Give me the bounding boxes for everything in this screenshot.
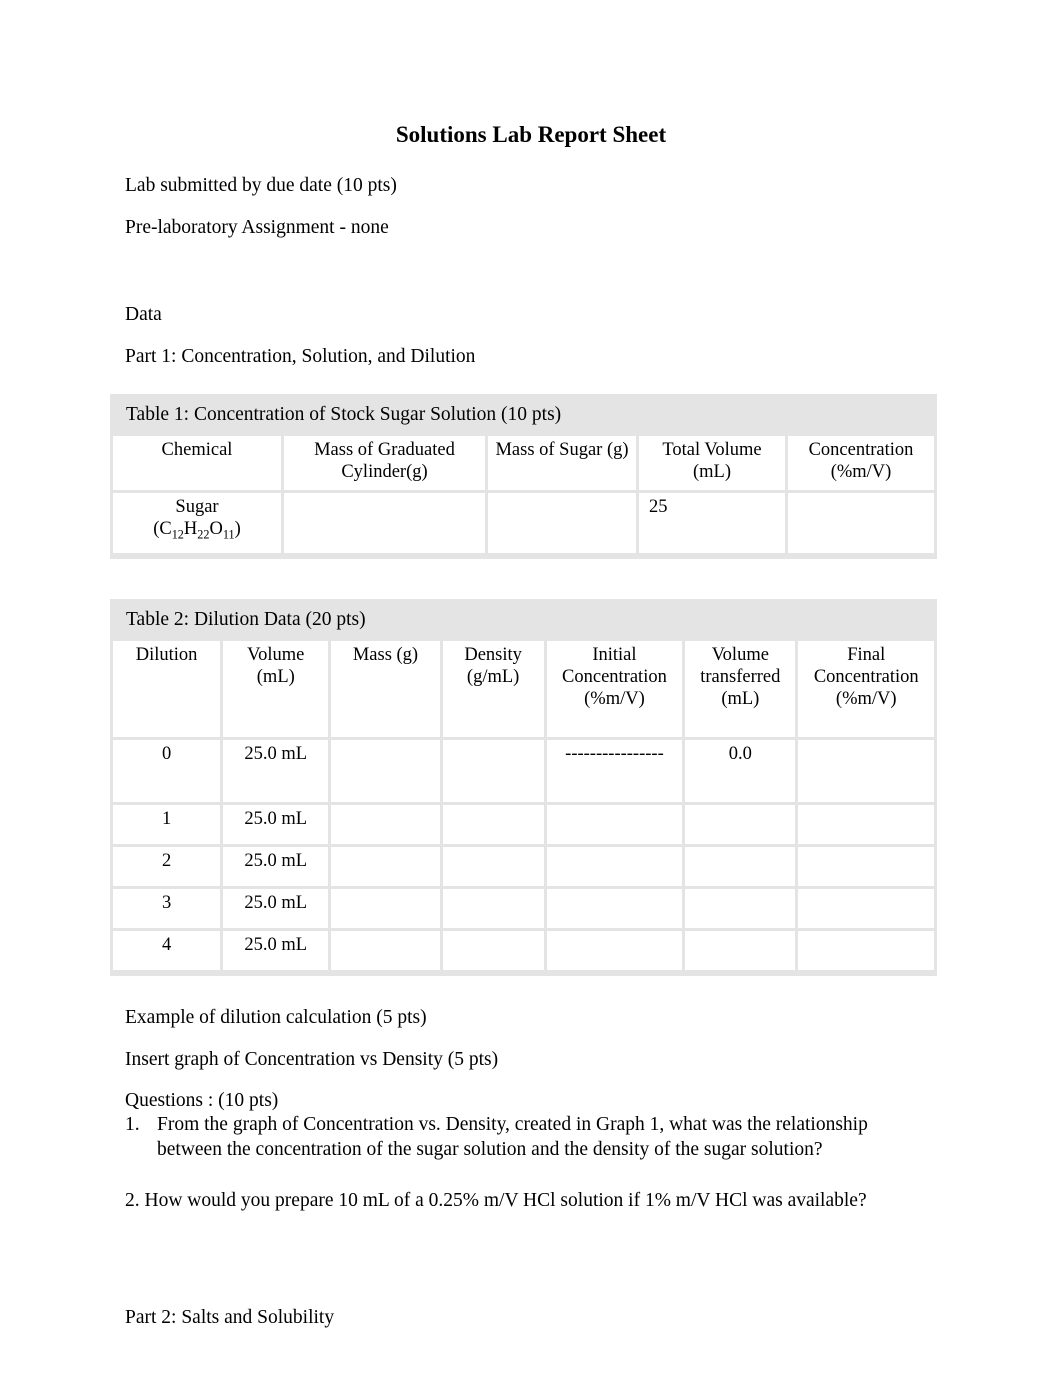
- table2-caption: Table 2: Dilution Data (20 pts): [110, 599, 937, 639]
- table2-cell-volume: 25.0 mL: [223, 847, 329, 887]
- table2-header-dilution: Dilution: [113, 641, 221, 738]
- table2-cell-initial-concentration[interactable]: [546, 931, 683, 971]
- table2-header-initial-concentration: Initial Concentration (%m/V): [546, 641, 683, 738]
- table2-header-final-concentration: Final Concentration (%m/V): [798, 641, 934, 738]
- table2-cell-density[interactable]: [442, 931, 544, 971]
- table2-cell-initial-concentration[interactable]: [546, 847, 683, 887]
- table2-cell-final-concentration[interactable]: [798, 805, 934, 845]
- example-line: Example of dilution calculation (5 pts): [125, 1007, 427, 1029]
- table2-cell-volume-transferred[interactable]: [685, 889, 796, 929]
- table-row: 2 25.0 mL: [113, 847, 934, 887]
- table2-cell-dilution: 2: [113, 847, 221, 887]
- intro-line-1: Lab submitted by due date (10 pts): [125, 175, 397, 197]
- table2-cell-volume-transferred[interactable]: [685, 805, 796, 845]
- table2-header-volume: Volume (mL): [223, 641, 329, 738]
- intro-line-2: Pre-laboratory Assignment - none: [125, 216, 389, 238]
- table2-cell-volume: 25.0 mL: [223, 889, 329, 929]
- table2-cell-initial-concentration[interactable]: [546, 889, 683, 929]
- part2-heading: Part 2: Salts and Solubility: [125, 1306, 335, 1328]
- table1-container: Table 1: Concentration of Stock Sugar So…: [110, 394, 937, 560]
- table1-cell-chemical: Sugar (C12H22O11): [113, 493, 281, 554]
- table2-cell-volume: 25.0 mL: [223, 805, 329, 845]
- table2-cell-density[interactable]: [442, 847, 544, 887]
- table1-header-mass-sugar: Mass of Sugar (g): [488, 436, 636, 491]
- questions-list: 1. From the graph of Concentration vs. D…: [125, 1113, 937, 1163]
- table2-cell-volume-transferred[interactable]: [685, 931, 796, 971]
- table2-header-mass: Mass (g): [331, 641, 440, 738]
- table2-container: Table 2: Dilution Data (20 pts) Dilution…: [110, 599, 937, 977]
- question-2: 2. How would you prepare 10 mL of a 0.25…: [125, 1189, 867, 1211]
- table2-cell-final-concentration[interactable]: [798, 931, 934, 971]
- table2-cell-dilution: 3: [113, 889, 221, 929]
- table2-cell-initial-concentration: ----------------: [546, 740, 683, 803]
- table2-cell-density[interactable]: [442, 740, 544, 803]
- table2-cell-mass[interactable]: [331, 740, 440, 803]
- table2-cell-final-concentration[interactable]: [798, 740, 934, 803]
- table-row: 0 25.0 mL ---------------- 0.0: [113, 740, 934, 803]
- table1: Chemical Mass of Graduated Cylinder(g) M…: [110, 433, 937, 559]
- page-title: Solutions Lab Report Sheet: [395, 122, 667, 147]
- table-row: 4 25.0 mL: [113, 931, 934, 971]
- table-row: Dilution Volume (mL) Mass (g) Density (g…: [113, 641, 934, 738]
- intro-section: Lab submitted by due date (10 pts) Pre-l…: [0, 174, 1062, 368]
- data-heading: Data: [125, 304, 162, 326]
- table2-cell-volume-transferred[interactable]: [685, 847, 796, 887]
- table2: Dilution Volume (mL) Mass (g) Density (g…: [110, 638, 937, 976]
- table2-cell-dilution: 0: [113, 740, 221, 803]
- table1-cell-concentration[interactable]: [788, 493, 934, 554]
- question-text: From the graph of Concentration vs. Dens…: [157, 1113, 868, 1160]
- list-item: 1. From the graph of Concentration vs. D…: [125, 1113, 937, 1163]
- table2-cell-mass[interactable]: [331, 931, 440, 971]
- table2-header-volume-transferred: Volume transferred (mL): [685, 641, 796, 738]
- table1-cell-total-volume[interactable]: 25: [639, 493, 785, 554]
- part1-heading: Part 1: Concentration, Solution, and Dil…: [125, 345, 476, 367]
- table1-cell-mass-sugar[interactable]: [488, 493, 636, 554]
- table2-header-density: Density (g/mL): [442, 641, 544, 738]
- table2-cell-density[interactable]: [442, 805, 544, 845]
- table-row: 1 25.0 mL: [113, 805, 934, 845]
- table2-cell-volume-transferred: 0.0: [685, 740, 796, 803]
- chemical-formula: (C12H22O11): [153, 518, 241, 542]
- table2-cell-dilution: 4: [113, 931, 221, 971]
- chemical-name: Sugar: [175, 497, 219, 518]
- table2-cell-final-concentration[interactable]: [798, 889, 934, 929]
- table-row: Chemical Mass of Graduated Cylinder(g) M…: [113, 436, 934, 491]
- table1-caption: Table 1: Concentration of Stock Sugar So…: [110, 394, 937, 434]
- table1-cell-mass-cylinder[interactable]: [284, 493, 485, 554]
- table1-header-chemical: Chemical: [113, 436, 281, 491]
- table2-cell-density[interactable]: [442, 889, 544, 929]
- table2-cell-mass[interactable]: [331, 847, 440, 887]
- table2-cell-volume: 25.0 mL: [223, 740, 329, 803]
- post-table-section: Example of dilution calculation (5 pts) …: [0, 1006, 1062, 1329]
- table2-cell-mass[interactable]: [331, 805, 440, 845]
- insert-graph-line: Insert graph of Concentration vs Density…: [125, 1048, 499, 1070]
- question-number: 1.: [125, 1113, 140, 1135]
- table2-cell-volume: 25.0 mL: [223, 931, 329, 971]
- table-row: 3 25.0 mL: [113, 889, 934, 929]
- table-row: Sugar (C12H22O11) 25: [113, 493, 934, 554]
- questions-heading: Questions : (10 pts): [125, 1090, 279, 1112]
- table2-cell-dilution: 1: [113, 805, 221, 845]
- table2-cell-initial-concentration[interactable]: [546, 805, 683, 845]
- table1-header-concentration: Concentration (%m/V): [788, 436, 934, 491]
- document-page: Solutions Lab Report Sheet Lab submitted…: [0, 0, 1062, 1377]
- table1-header-mass-cylinder: Mass of Graduated Cylinder(g): [284, 436, 485, 491]
- table2-cell-final-concentration[interactable]: [798, 847, 934, 887]
- table1-header-total-volume: Total Volume (mL): [639, 436, 785, 491]
- table2-cell-mass[interactable]: [331, 889, 440, 929]
